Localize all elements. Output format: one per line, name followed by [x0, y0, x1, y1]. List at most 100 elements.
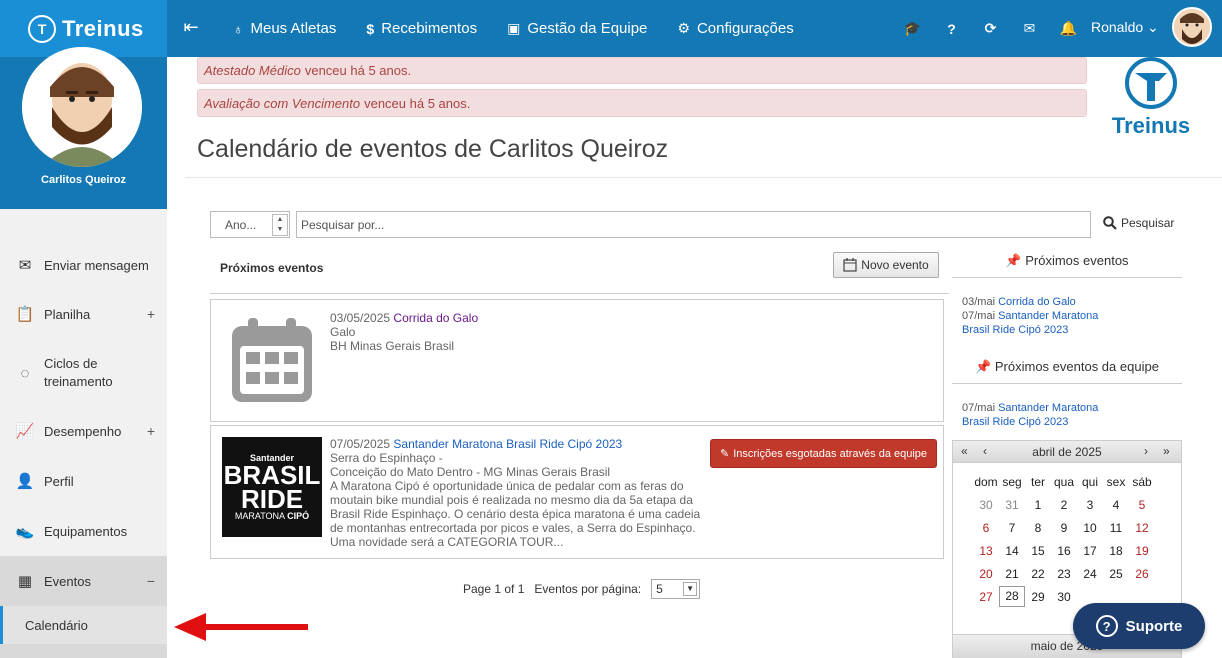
graduation-cap-icon[interactable]: 🎓	[893, 20, 932, 37]
sync-icon[interactable]: ⟳	[971, 20, 1010, 37]
sidebar-item-equipamentos[interactable]: 👟 Equipamentos	[0, 515, 167, 547]
calendar-day[interactable]: 2	[1051, 498, 1077, 512]
calendar-day[interactable]: 12	[1129, 521, 1155, 535]
poster-bottom-text: MARATONA CIPÓ	[234, 511, 310, 521]
avatar[interactable]	[1172, 7, 1212, 47]
sidebar-item-label: Perfil	[44, 473, 74, 489]
calendar-day[interactable]: 16	[1051, 544, 1077, 558]
nav-label: Gestão da Equipe	[527, 20, 648, 37]
event-title-link[interactable]: Corrida do Galo	[393, 311, 478, 325]
sidebar-item-enviar-mensagem[interactable]: ✉ Enviar mensagem	[0, 249, 167, 281]
sidebar-item-label: Equipamentos	[44, 523, 128, 539]
calendar-day[interactable]: 10	[1077, 521, 1103, 535]
calendar-day[interactable]: 4	[1103, 498, 1129, 512]
expand-icon[interactable]: +	[147, 306, 155, 322]
new-event-button[interactable]: Novo evento	[833, 252, 939, 278]
top-right-icons: 🎓 ? ⟳ ✉ 🔔	[893, 0, 1088, 57]
calendar-day[interactable]: 25	[1103, 567, 1129, 581]
sold-out-badge[interactable]: ✎ Inscrições esgotadas através da equipe	[710, 439, 937, 468]
heading-text: Próximos eventos da equipe	[994, 359, 1159, 374]
upcoming-link[interactable]: Santander Maratona	[998, 310, 1098, 322]
calendar-day[interactable]: 29	[1025, 590, 1051, 604]
year-input[interactable]: Ano... ▲ ▼	[210, 211, 290, 238]
weekday-label: ter	[1030, 474, 1045, 489]
search-input[interactable]: Pesquisar por...	[296, 211, 1091, 238]
support-button[interactable]: ? Suporte	[1073, 603, 1205, 649]
year-spinner[interactable]: ▲ ▼	[272, 214, 288, 236]
sidebar-item-planilha[interactable]: 📋 Planilha +	[0, 298, 167, 330]
calendar-day[interactable]: 1	[1025, 498, 1051, 512]
collapse-icon[interactable]: −	[147, 573, 155, 589]
per-page-select[interactable]: 5 ▼	[651, 579, 701, 599]
upcoming-events-list: 03/mai Corrida do Galo 07/mai Santander …	[962, 295, 1098, 337]
event-card[interactable]: Santander BRASIL RIDE MARATONA CIPÓ 07/0…	[210, 425, 944, 559]
divider	[210, 293, 949, 294]
team-link[interactable]: Brasil Ride Cipó 2023	[962, 416, 1068, 428]
calendar-day[interactable]: 15	[1025, 544, 1051, 558]
pin-icon: 📌	[1005, 253, 1022, 268]
calendar-day[interactable]: 26	[1129, 567, 1155, 581]
expand-icon[interactable]: +	[147, 423, 155, 439]
sidebar-item-desempenho[interactable]: 📈 Desempenho +	[0, 415, 167, 447]
page-title: Calendário de eventos de Carlitos Queiro…	[197, 135, 669, 163]
calendar-day[interactable]: 9	[1051, 521, 1077, 535]
calendar-day[interactable]: 30	[973, 498, 999, 512]
menu-toggle-icon[interactable]: ⇤	[180, 17, 202, 39]
upcoming-link[interactable]: Corrida do Galo	[998, 296, 1076, 308]
calendar-day[interactable]: 21	[999, 567, 1025, 581]
calendar-day[interactable]: 23	[1051, 567, 1077, 581]
calendar-day[interactable]: 17	[1077, 544, 1103, 558]
calendar-day[interactable]: 5	[1129, 498, 1155, 512]
gears-icon: ⚙	[677, 20, 690, 36]
calendar-day[interactable]: 24	[1077, 567, 1103, 581]
team-link[interactable]: Santander Maratona	[998, 402, 1098, 414]
sidebar-item-eventos[interactable]: ▦ Eventos −	[0, 556, 167, 606]
calendar-icon: ▦	[17, 573, 33, 590]
calendar-day[interactable]: 22	[1025, 567, 1051, 581]
weekday-label: sáb	[1132, 474, 1152, 489]
event-title-link[interactable]: Santander Maratona Brasil Ride Cipó 2023	[393, 437, 622, 451]
mail-icon[interactable]: ✉	[1010, 20, 1049, 37]
event-card[interactable]: 03/05/2025 Corrida do Galo Galo BH Minas…	[210, 299, 944, 422]
calendar-day[interactable]: 19	[1129, 544, 1155, 558]
next-year-icon[interactable]: »	[1163, 444, 1170, 458]
calendar-day[interactable]: 18	[1103, 544, 1129, 558]
dollar-icon: $	[366, 20, 375, 37]
event-line: Conceição do Mato Dentro - MG Minas Gera…	[330, 465, 611, 479]
nav-configuracoes[interactable]: ⚙ Configurações	[677, 20, 793, 37]
calendar-day[interactable]: 7	[999, 521, 1025, 535]
calendar-day[interactable]: 20	[973, 567, 999, 581]
calendar-day[interactable]: 14	[999, 544, 1025, 558]
calendar-day[interactable]: 28	[999, 586, 1025, 607]
sidebar-item-ciclos[interactable]: ◌ Ciclos de treinamento	[0, 353, 167, 393]
bell-icon[interactable]: 🔔	[1049, 20, 1088, 37]
chart-icon: 📈	[15, 423, 35, 440]
event-line: de montanhas entrecortada por picos e va…	[330, 521, 696, 535]
event-date: 07/05/2025	[330, 437, 391, 451]
nav-meus-atletas[interactable]: ♁ Meus Atletas	[233, 20, 336, 37]
calendar-day[interactable]: 11	[1103, 521, 1129, 535]
search-placeholder: Pesquisar por...	[301, 218, 385, 232]
weekday-label: dom	[974, 474, 998, 489]
calendar-day[interactable]: 13	[973, 544, 999, 558]
sidebar-subitem-calendario[interactable]: Calendário	[0, 606, 167, 644]
help-icon[interactable]: ?	[932, 21, 971, 37]
calendar-day[interactable]: 31	[999, 498, 1025, 512]
sidebar-item-perfil[interactable]: 👤 Perfil	[0, 465, 167, 497]
upcoming-events-heading: 📌 Próximos eventos	[952, 253, 1182, 278]
nav-gestao-equipe[interactable]: ▣ Gestão da Equipe	[507, 20, 647, 37]
calendar-day[interactable]: 30	[1051, 590, 1077, 604]
upcoming-date: 03/mai	[962, 296, 996, 308]
calendar-day[interactable]: 8	[1025, 521, 1051, 535]
user-menu[interactable]: Ronaldo ⌄	[1091, 19, 1159, 36]
next-month-icon[interactable]: ›	[1144, 444, 1148, 458]
upcoming-link[interactable]: Brasil Ride Cipó 2023	[962, 324, 1068, 336]
nav-recebimentos[interactable]: $ Recebimentos	[366, 20, 477, 37]
calendar-day[interactable]: 3	[1077, 498, 1103, 512]
calendar-day[interactable]: 6	[973, 521, 999, 535]
shoe-icon: 👟	[15, 523, 35, 540]
calendar-day[interactable]: 27	[973, 590, 999, 604]
search-button[interactable]: Pesquisar	[1103, 216, 1174, 230]
id-card-icon: ▣	[507, 20, 521, 36]
upcoming-date: 07/mai	[962, 310, 996, 322]
